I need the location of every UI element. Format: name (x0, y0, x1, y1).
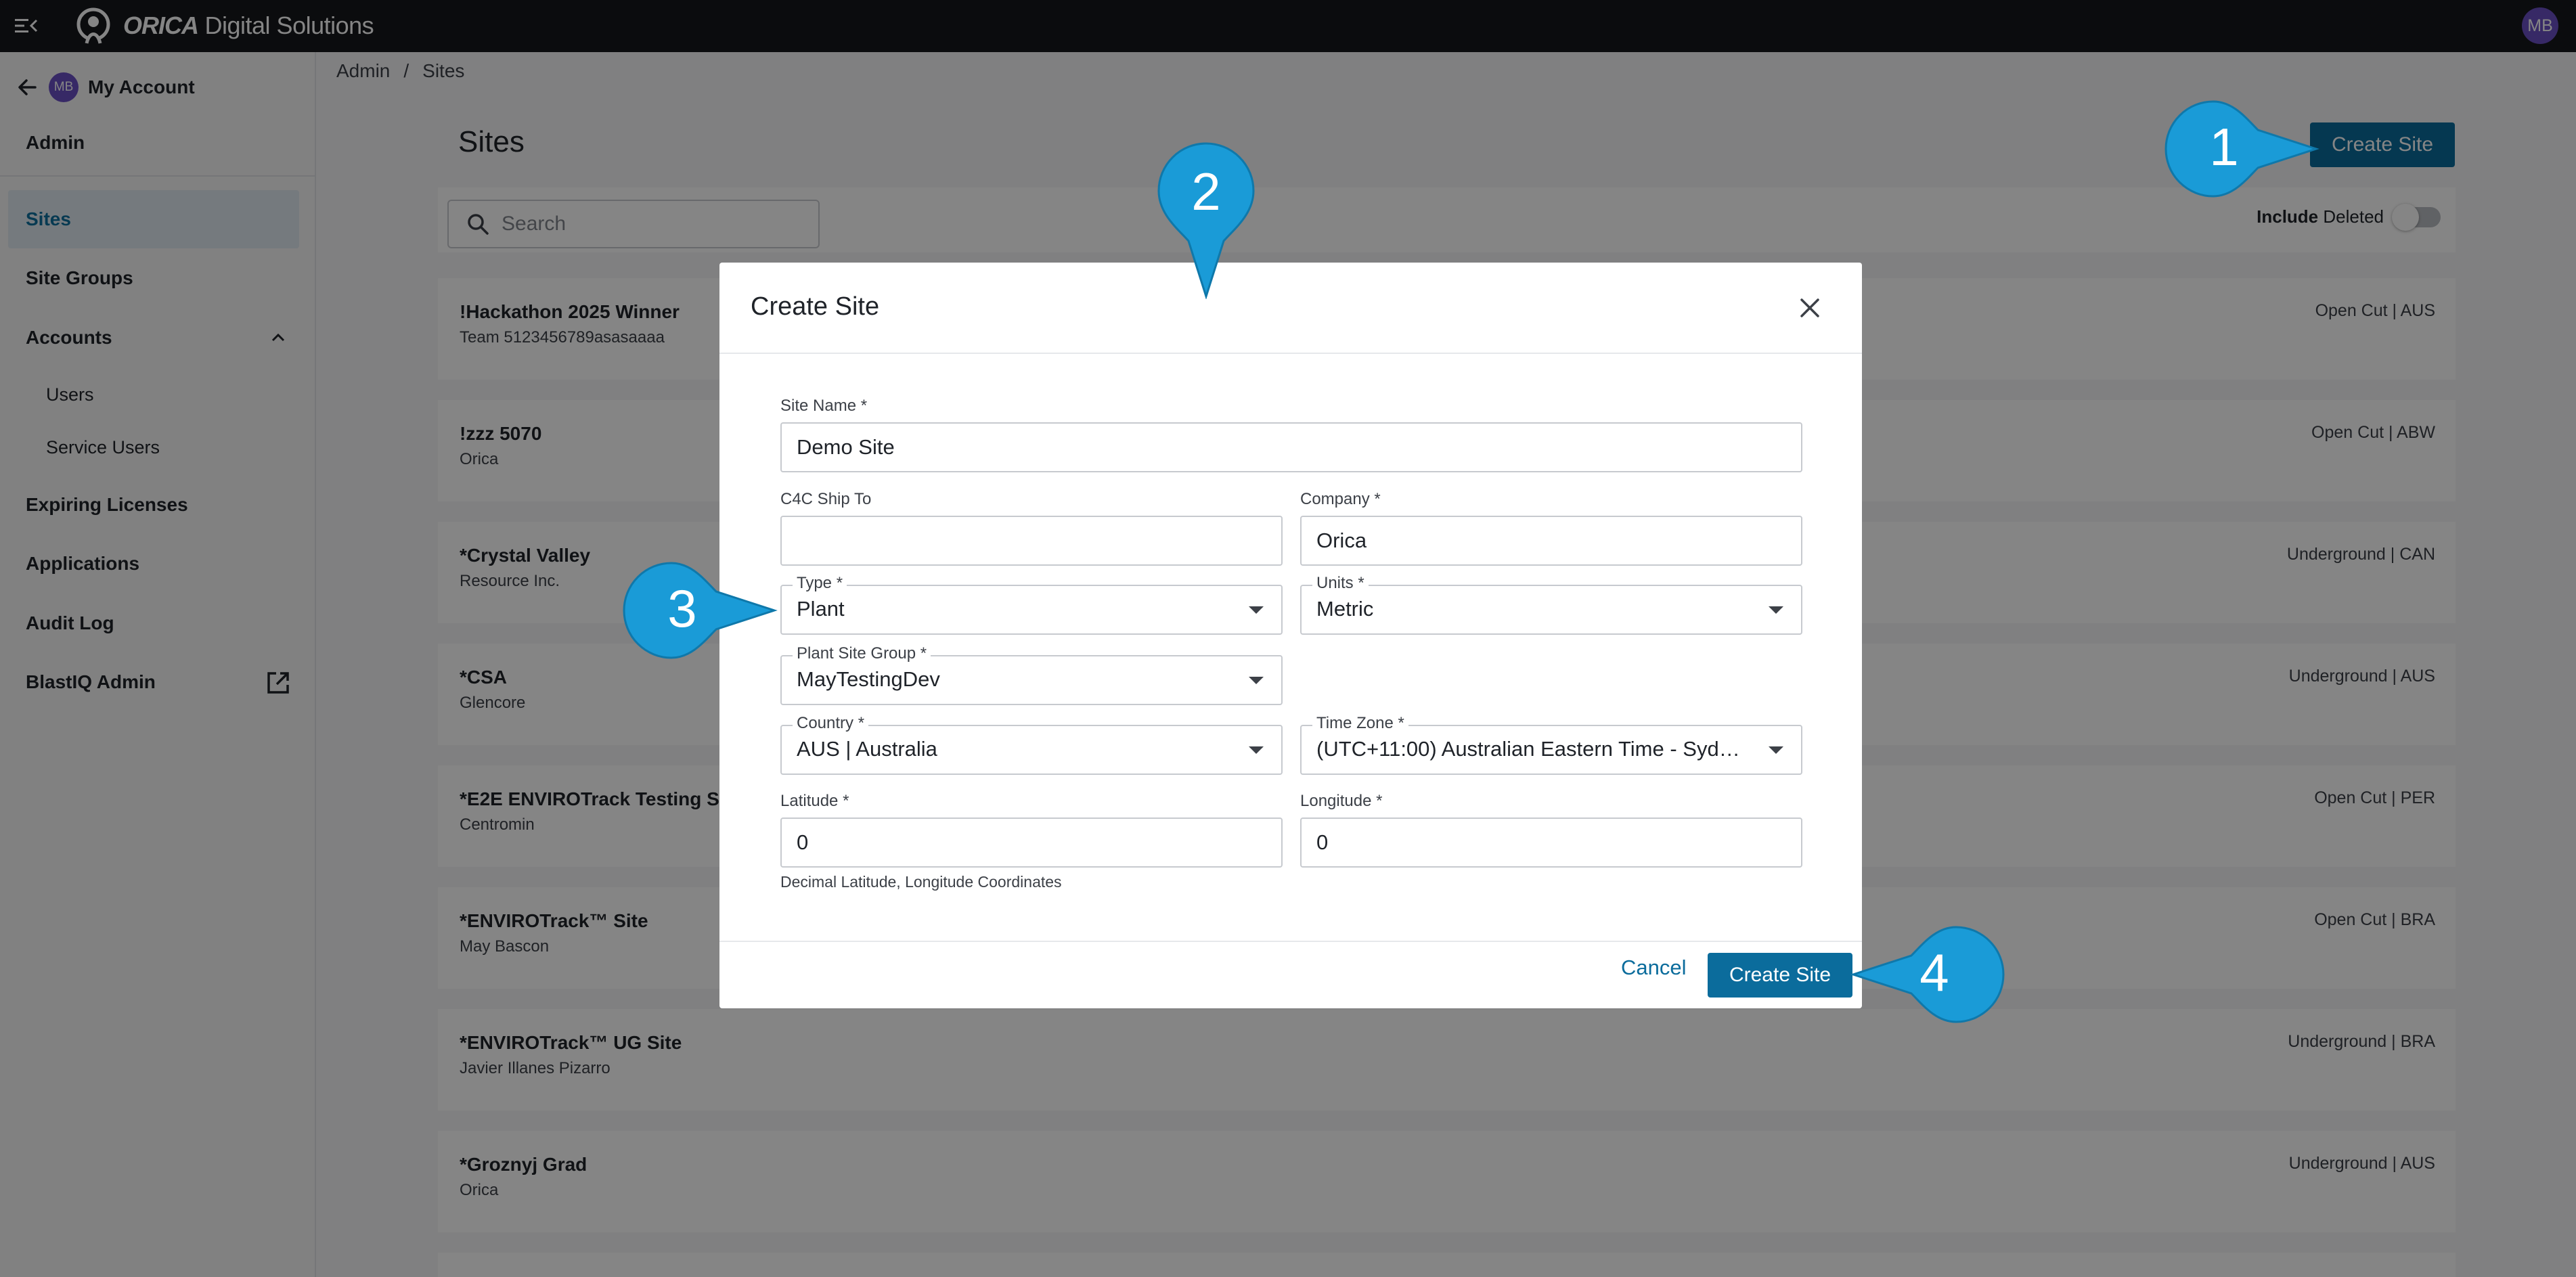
latitude-label: Latitude * (780, 792, 849, 810)
submit-create-site-button[interactable]: Create Site (1708, 953, 1852, 998)
type-label: Type * (793, 574, 847, 593)
dialog-footer-divider (719, 941, 1862, 942)
units-select[interactable]: Units * Metric (1300, 574, 1802, 635)
dialog-header: Create Site (719, 263, 1862, 354)
time-zone-select[interactable]: Time Zone * (UTC+11:00) Australian Easte… (1300, 714, 1802, 775)
company-input[interactable]: Orica (1300, 516, 1802, 566)
type-value: Plant (797, 597, 845, 621)
callout-number: 2 (1191, 162, 1220, 221)
caret-down-icon (1769, 746, 1783, 754)
longitude-value: 0 (1316, 830, 1329, 854)
c4c-ship-to-input[interactable] (780, 516, 1283, 566)
coordinates-helper-text: Decimal Latitude, Longitude Coordinates (780, 873, 1062, 891)
company-value: Orica (1316, 529, 1367, 552)
country-select[interactable]: Country * AUS | Australia (780, 714, 1283, 775)
plant-site-group-select[interactable]: Plant Site Group * MayTestingDev (780, 644, 1283, 705)
callout-marker-3: 3 (623, 562, 778, 659)
close-icon[interactable] (1798, 296, 1821, 319)
country-label: Country * (793, 714, 869, 733)
latitude-value: 0 (797, 830, 809, 854)
plant-site-group-value: MayTestingDev (797, 667, 940, 691)
caret-down-icon (1249, 746, 1264, 754)
latitude-input[interactable]: 0 (780, 817, 1283, 868)
longitude-label: Longitude * (1300, 792, 1383, 810)
dialog-title: Create Site (751, 292, 880, 321)
callout-marker-4: 4 (1850, 926, 2005, 1023)
caret-down-icon (1769, 606, 1783, 614)
site-name-input[interactable]: Demo Site (780, 422, 1802, 472)
cancel-button[interactable]: Cancel (1621, 956, 1687, 980)
type-select[interactable]: Type * Plant (780, 574, 1283, 635)
site-name-value: Demo Site (797, 435, 895, 459)
country-value: AUS | Australia (797, 737, 937, 761)
plant-site-group-label: Plant Site Group * (793, 644, 931, 663)
longitude-input[interactable]: 0 (1300, 817, 1802, 868)
units-value: Metric (1316, 597, 1374, 621)
company-label: Company * (1300, 490, 1381, 508)
site-name-label: Site Name * (780, 397, 868, 415)
callout-marker-1: 1 (2164, 100, 2319, 198)
callout-number: 4 (1919, 943, 1949, 1002)
callout-number: 3 (667, 579, 696, 638)
time-zone-label: Time Zone * (1312, 714, 1408, 733)
time-zone-value: (UTC+11:00) Australian Eastern Time - Sy… (1316, 737, 1747, 761)
callout-marker-2: 2 (1157, 142, 1255, 299)
create-site-dialog: Create Site Site Name * Demo Site C4C Sh… (719, 263, 1862, 1008)
units-label: Units * (1312, 574, 1369, 593)
caret-down-icon (1249, 606, 1264, 614)
callout-number: 1 (2209, 117, 2238, 177)
caret-down-icon (1249, 677, 1264, 684)
c4c-ship-to-label: C4C Ship To (780, 490, 872, 508)
